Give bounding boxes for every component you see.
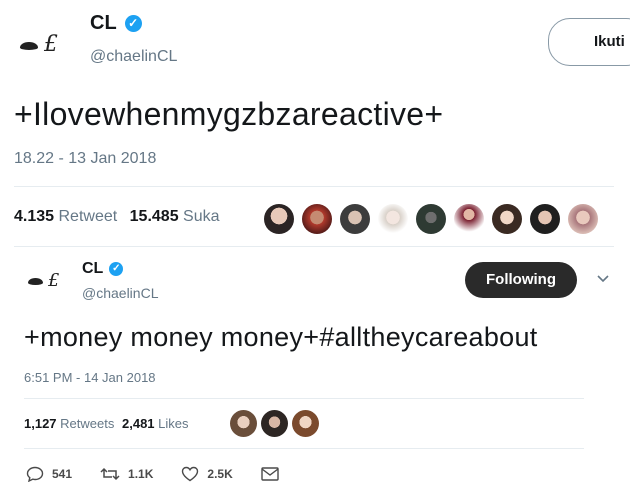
tweet-text: +Ilovewhenmygzbzareactive+: [14, 96, 444, 132]
like-count[interactable]: 15.485: [130, 208, 179, 225]
retweet-label[interactable]: Retweet: [59, 208, 118, 225]
liker-avatars: [260, 200, 620, 240]
tweet-timestamp[interactable]: 6:51 PM - 14 Jan 2018: [24, 370, 156, 385]
envelope-icon: [261, 467, 279, 481]
tweet-text: +money money money+#alltheycareabout: [24, 322, 538, 352]
liker-avatar[interactable]: [264, 204, 294, 234]
liker-avatar[interactable]: [261, 410, 288, 437]
user-handle[interactable]: @chaelinCL: [90, 48, 177, 66]
stats-row: 1,127 Retweets 2,481 Likes: [24, 416, 189, 431]
like-action-count: 2.5K: [207, 467, 233, 481]
tweet-timestamp[interactable]: 18.22 - 13 Jan 2018: [14, 150, 156, 168]
user-handle[interactable]: @chaelinCL: [82, 285, 158, 301]
like-label[interactable]: Likes: [158, 416, 188, 431]
tweet-actions: 541 1.1K 2.5K: [26, 466, 279, 482]
eye-icon: [28, 278, 43, 285]
liker-avatar[interactable]: [230, 410, 257, 437]
liker-avatar[interactable]: [416, 204, 446, 234]
divider: [24, 448, 584, 449]
verified-badge-icon: ✓: [109, 262, 124, 276]
reply-button[interactable]: 541: [26, 466, 72, 482]
retweet-action-count: 1.1K: [128, 467, 154, 481]
avatar-logo[interactable]: £: [20, 32, 72, 60]
reply-icon: [26, 466, 44, 482]
retweet-count[interactable]: 1,127: [24, 416, 57, 431]
follow-button[interactable]: Ikuti: [548, 18, 630, 66]
like-button[interactable]: 2.5K: [181, 466, 233, 482]
liker-avatar[interactable]: [530, 204, 560, 234]
liker-avatar[interactable]: [302, 204, 332, 234]
direct-message-button[interactable]: [261, 466, 279, 482]
stats-row: 4.135 Retweet 15.485 Suka: [14, 208, 220, 226]
liker-avatar[interactable]: [292, 410, 319, 437]
display-name[interactable]: CL: [82, 260, 103, 278]
liker-avatar[interactable]: [340, 204, 370, 234]
follow-button-label: Ikuti: [594, 33, 625, 50]
reply-count: 541: [52, 467, 73, 481]
eye-icon: [20, 42, 38, 50]
following-button[interactable]: Following: [465, 262, 577, 298]
cl-monogram-icon: £: [48, 270, 60, 291]
retweet-count[interactable]: 4.135: [14, 208, 54, 225]
retweet-label[interactable]: Retweets: [60, 416, 114, 431]
divider: [14, 186, 614, 187]
liker-avatar[interactable]: [568, 204, 598, 234]
retweet-icon: [100, 467, 120, 481]
liker-avatar[interactable]: [454, 204, 484, 234]
divider: [14, 246, 614, 247]
avatar-logo[interactable]: £: [28, 270, 74, 294]
divider: [24, 398, 584, 399]
retweet-button[interactable]: 1.1K: [100, 466, 153, 482]
verified-badge-icon: ✓: [124, 15, 142, 32]
display-name[interactable]: CL: [90, 12, 117, 35]
liker-avatars: [228, 408, 328, 442]
heart-icon: [182, 466, 199, 482]
liker-avatar[interactable]: [378, 204, 408, 234]
cl-monogram-icon: £: [44, 32, 58, 57]
like-label[interactable]: Suka: [183, 208, 219, 225]
more-options-chevron-icon[interactable]: [596, 272, 610, 286]
like-count[interactable]: 2,481: [122, 416, 155, 431]
liker-avatar[interactable]: [492, 204, 522, 234]
